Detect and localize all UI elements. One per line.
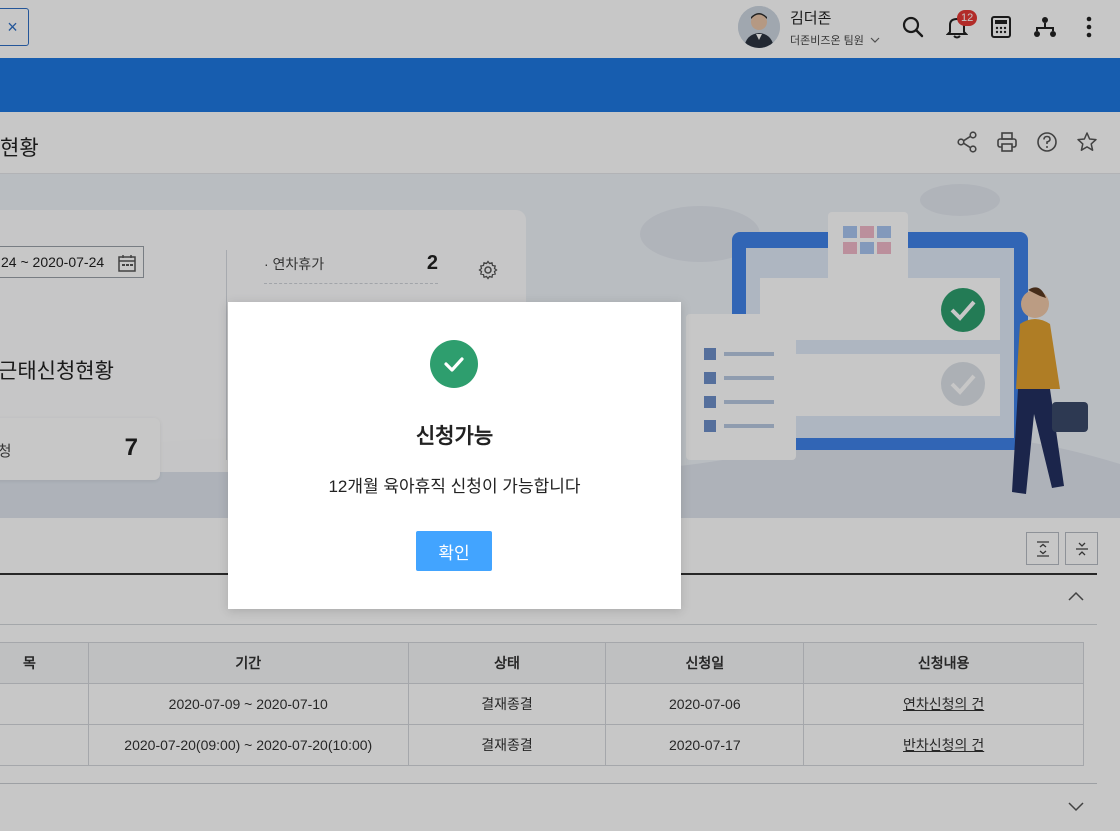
success-check-icon — [430, 340, 478, 388]
check-icon — [444, 357, 464, 372]
confirmation-dialog: 신청가능 12개월 육아휴직 신청이 가능합니다 확인 — [228, 302, 681, 609]
confirm-button[interactable]: 확인 — [416, 531, 492, 571]
dialog-title: 신청가능 — [415, 425, 494, 448]
dialog-message: 12개월 육아휴직 신청이 가능합니다 — [328, 477, 581, 496]
